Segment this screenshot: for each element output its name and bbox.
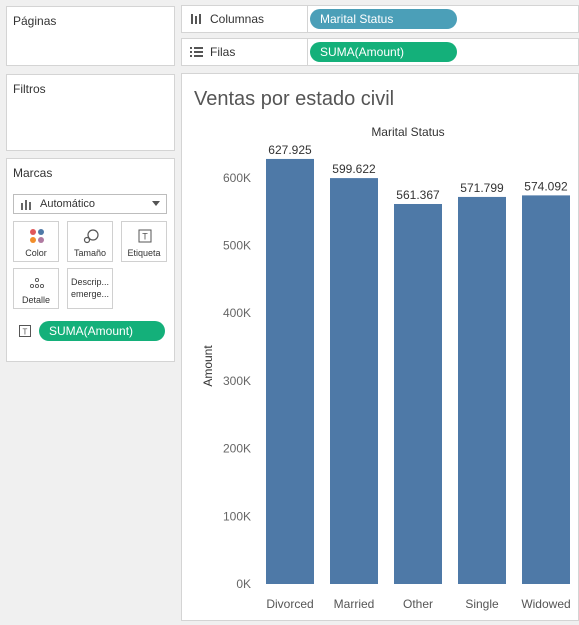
detail-button[interactable]: Detalle bbox=[13, 268, 59, 309]
svg-text:T: T bbox=[23, 328, 28, 337]
bars: 627.925 599.622 561.367 571.799 574.092 bbox=[266, 143, 570, 584]
chart-panel: Ventas por estado civil Marital Status A… bbox=[181, 73, 579, 621]
rows-icon bbox=[190, 47, 203, 57]
color-button[interactable]: Color bbox=[13, 221, 59, 262]
mark-type-dropdown[interactable]: Automático bbox=[13, 194, 167, 214]
rows-shelf[interactable]: Filas SUMA(Amount) bbox=[181, 38, 579, 66]
filters-title: Filtros bbox=[13, 82, 46, 96]
bar-other[interactable] bbox=[394, 203, 442, 584]
y-tick-label: 0K bbox=[236, 577, 251, 591]
columns-pill[interactable]: Marital Status bbox=[310, 9, 457, 29]
tooltip-label-line2: emerge... bbox=[70, 289, 110, 299]
svg-text:T: T bbox=[142, 232, 148, 242]
size-button[interactable]: Tamaño bbox=[67, 221, 113, 262]
x-tick-label: Single bbox=[465, 597, 499, 611]
x-axis: Divorced Married Other Single Widowed bbox=[266, 597, 570, 611]
x-tick-label: Widowed bbox=[521, 597, 570, 611]
bar-value-label: 574.092 bbox=[524, 179, 568, 193]
y-tick-label: 300K bbox=[223, 374, 251, 388]
y-tick-label: 600K bbox=[223, 171, 251, 185]
marks-measure-pill-label: SUMA(Amount) bbox=[49, 324, 134, 338]
label-label: Etiqueta bbox=[127, 248, 161, 258]
tooltip-button[interactable]: Descrip... emerge... bbox=[67, 268, 113, 309]
bar-chart: Marital Status Amount 0K 100K 200K 300K 400K… bbox=[201, 125, 571, 611]
filters-panel[interactable]: Filtros bbox=[6, 74, 175, 151]
size-label: Tamaño bbox=[73, 248, 107, 258]
bar-value-label: 599.622 bbox=[332, 162, 376, 176]
bar-value-label: 561.367 bbox=[396, 188, 440, 202]
y-tick-label: 200K bbox=[223, 442, 251, 456]
column-header: Marital Status bbox=[371, 125, 444, 139]
columns-pill-label: Marital Status bbox=[320, 12, 394, 26]
chevron-down-icon[interactable] bbox=[152, 201, 160, 206]
marks-measure-pill[interactable]: SUMA(Amount) bbox=[39, 321, 165, 341]
rows-pill[interactable]: SUMA(Amount) bbox=[310, 42, 457, 62]
rows-shelf-label: Filas bbox=[182, 39, 308, 65]
bar-chart-icon bbox=[21, 200, 31, 210]
rows-label: Filas bbox=[210, 45, 236, 59]
y-axis: 0K 100K 200K 300K 400K 500K 600K bbox=[223, 171, 251, 591]
text-icon: T bbox=[138, 229, 152, 243]
bar-value-label: 571.799 bbox=[460, 181, 504, 195]
mark-type-label: Automático bbox=[40, 198, 96, 210]
marks-field-row: T SUMA(Amount) bbox=[19, 321, 169, 341]
bar-divorced[interactable] bbox=[266, 158, 314, 584]
x-tick-label: Divorced bbox=[266, 597, 313, 611]
bar-married[interactable] bbox=[330, 178, 378, 584]
color-label: Color bbox=[25, 248, 47, 258]
pages-title: Páginas bbox=[13, 14, 57, 28]
detail-label: Detalle bbox=[21, 295, 50, 305]
tooltip-label-line1: Descrip... bbox=[70, 277, 109, 287]
x-tick-label: Married bbox=[334, 597, 375, 611]
columns-icon bbox=[191, 14, 201, 24]
columns-label: Columnas bbox=[210, 12, 265, 26]
y-tick-label: 100K bbox=[223, 509, 251, 523]
y-tick-label: 500K bbox=[223, 239, 251, 253]
rows-pill-label: SUMA(Amount) bbox=[320, 45, 405, 59]
y-axis-label: Amount bbox=[201, 345, 215, 387]
bar-value-label: 627.925 bbox=[268, 143, 312, 157]
pages-panel[interactable]: Páginas bbox=[6, 6, 175, 66]
marks-title: Marcas bbox=[13, 166, 53, 180]
size-icon bbox=[83, 229, 99, 244]
detail-icon bbox=[29, 277, 45, 289]
bar-widowed[interactable] bbox=[522, 195, 570, 584]
x-tick-label: Other bbox=[403, 597, 433, 611]
columns-shelf-label: Columnas bbox=[182, 6, 308, 32]
color-icon bbox=[30, 229, 44, 243]
label-button[interactable]: T Etiqueta bbox=[121, 221, 167, 262]
marks-panel: Marcas Automático Color Tamaño T Etiquet… bbox=[6, 158, 175, 362]
y-tick-label: 400K bbox=[223, 306, 251, 320]
columns-shelf[interactable]: Columnas Marital Status bbox=[181, 5, 579, 33]
text-icon: T bbox=[19, 325, 31, 337]
bar-single[interactable] bbox=[458, 196, 506, 584]
